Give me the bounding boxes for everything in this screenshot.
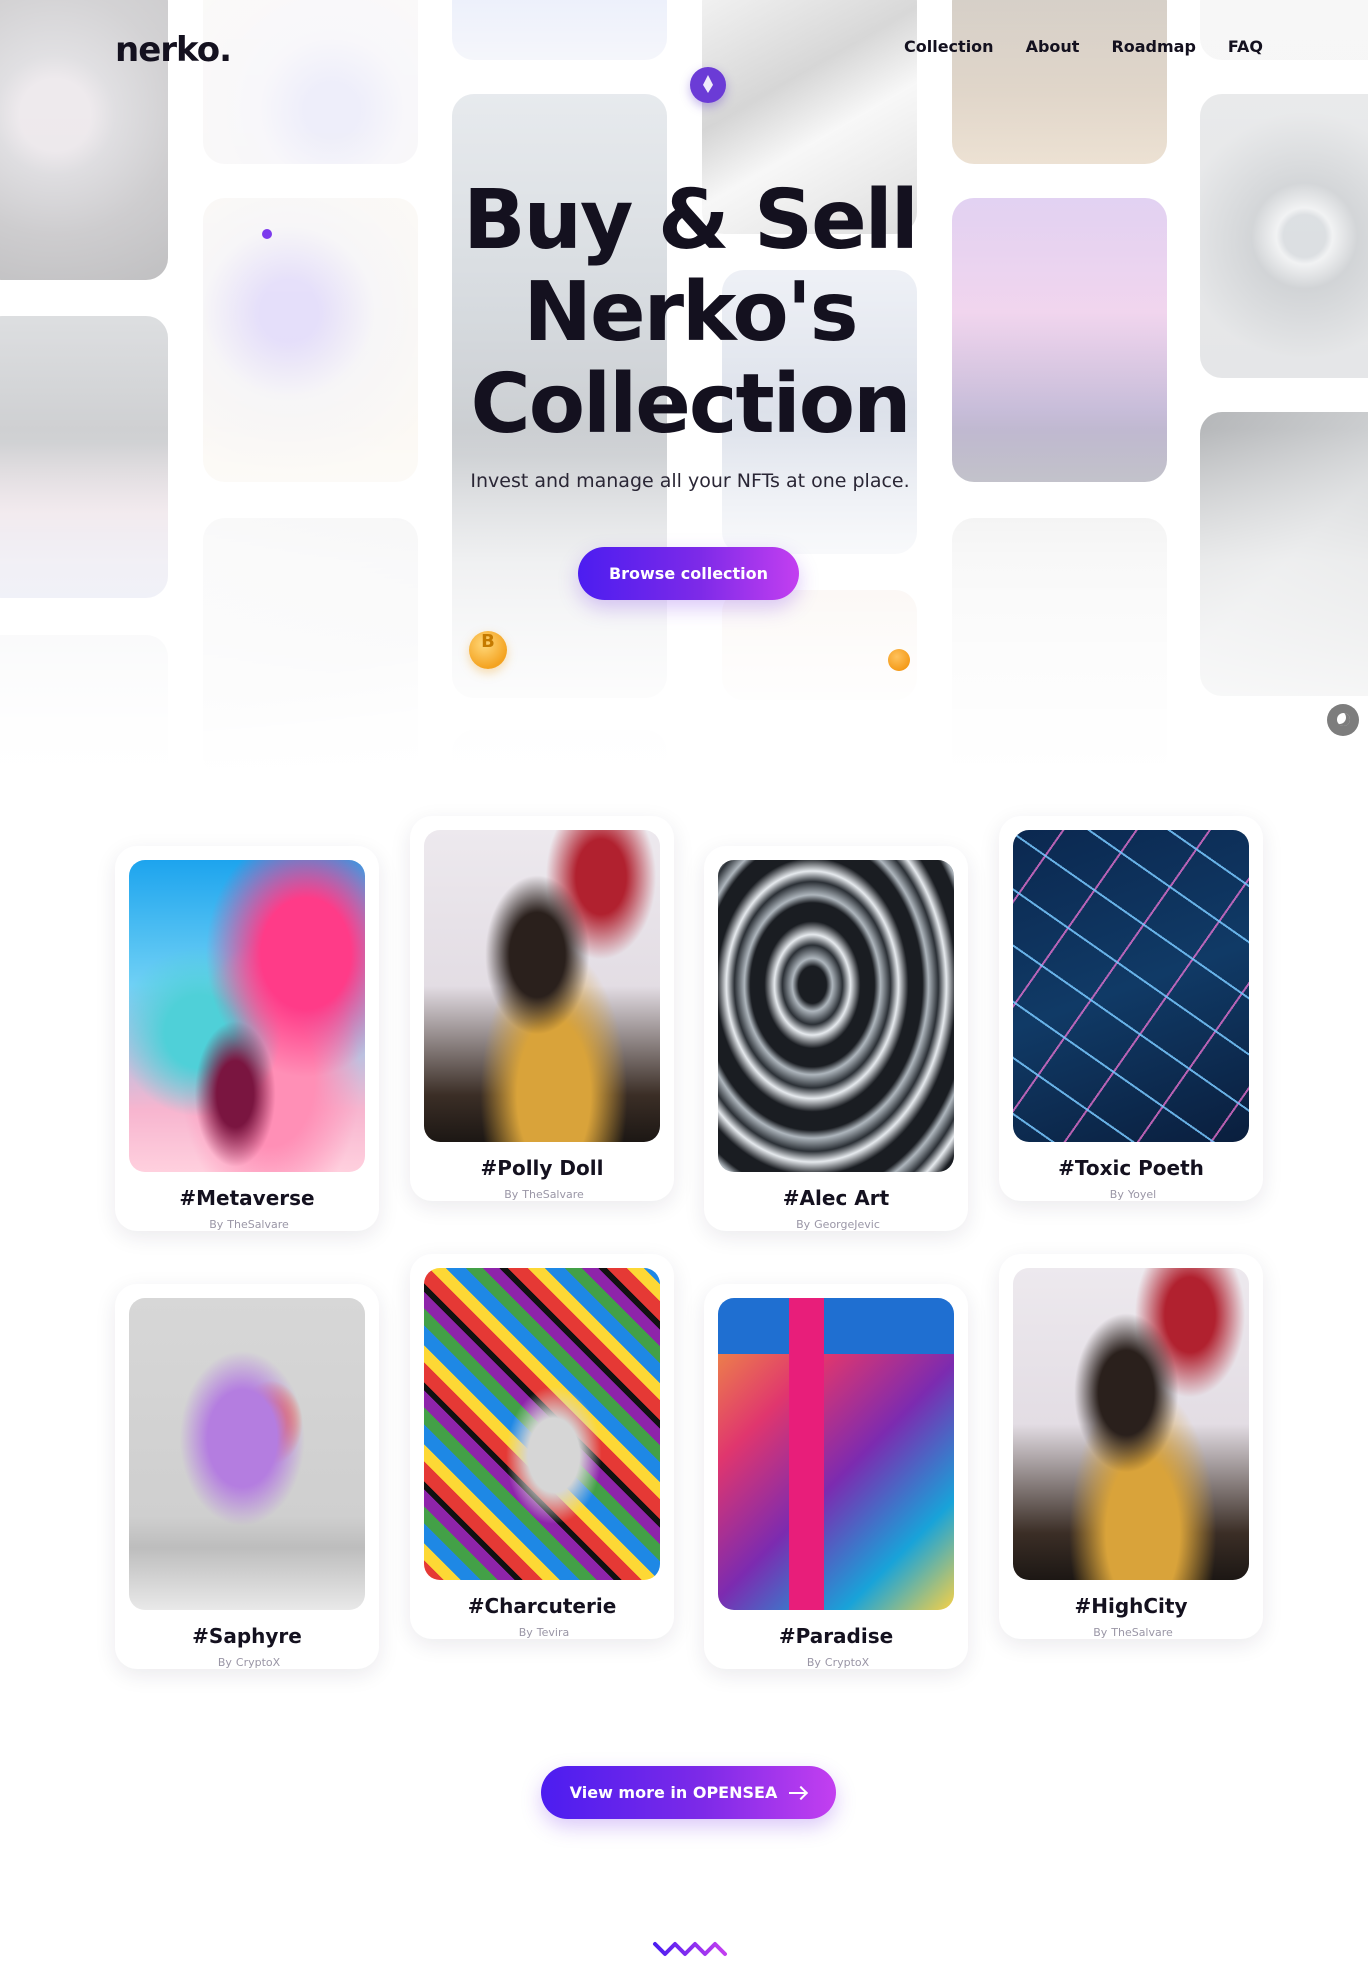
author-name: CryptoX (235, 1656, 281, 1669)
purple-dot-icon (262, 229, 272, 239)
opensea-button-label: View more in OPENSEA (569, 1783, 778, 1802)
nav-item-collection[interactable]: Collection (904, 37, 994, 56)
nft-card-charcuterie[interactable]: #Charcuterie By Tevira (410, 1254, 674, 1639)
nav-item-faq[interactable]: FAQ (1228, 37, 1263, 56)
nft-title: #Metaverse (179, 1186, 315, 1210)
nft-card-metaverse[interactable]: #Metaverse By TheSalvare (115, 846, 379, 1231)
nav-item-about[interactable]: About (1026, 37, 1080, 56)
logo[interactable]: nerko. (115, 30, 232, 70)
author-name: CryptoX (824, 1656, 870, 1669)
nft-image[interactable] (1013, 830, 1249, 1142)
arrow-right-icon (789, 1786, 807, 1800)
by-label: By (217, 1656, 232, 1669)
nft-author: By TheSalvare (1013, 1626, 1249, 1639)
nft-image[interactable] (718, 860, 954, 1172)
nft-title: #HighCity (1074, 1594, 1188, 1618)
nft-image[interactable] (129, 1298, 365, 1610)
gold-coin-icon (888, 649, 910, 671)
nft-card-highcity[interactable]: #HighCity By TheSalvare (999, 1254, 1263, 1639)
main-nav: Collection About Roadmap FAQ (904, 37, 1263, 56)
view-more-opensea-button[interactable]: View more in OPENSEA (541, 1766, 836, 1819)
nft-image[interactable] (718, 1298, 954, 1610)
nft-title: #Paradise (778, 1624, 894, 1648)
nft-title: #Charcuterie (467, 1594, 617, 1618)
nft-card-alec-art[interactable]: #Alec Art By GeorgeJevic (704, 846, 968, 1231)
nav-item-roadmap[interactable]: Roadmap (1111, 37, 1195, 56)
author-name: Yoyel (1127, 1188, 1157, 1201)
bitcoin-coin-icon (469, 631, 507, 669)
nft-image[interactable] (129, 860, 365, 1172)
by-label: By (796, 1218, 811, 1231)
author-name: GeorgeJevic (814, 1218, 880, 1231)
nft-image[interactable] (1013, 1268, 1249, 1580)
nft-author: By TheSalvare (424, 1188, 660, 1201)
nft-title: #Saphyre (192, 1624, 302, 1648)
author-name: TheSalvare (522, 1188, 584, 1201)
nft-card-polly-doll[interactable]: #Polly Doll By TheSalvare (410, 816, 674, 1201)
by-label: By (518, 1626, 533, 1639)
nft-image[interactable] (424, 830, 660, 1142)
author-name: TheSalvare (227, 1218, 289, 1231)
by-label: By (504, 1188, 519, 1201)
hero-title: Buy & Sell Nerko's Collection (463, 173, 919, 452)
squiggle-divider-icon (653, 1942, 727, 1956)
browse-collection-button[interactable]: Browse collection (578, 547, 799, 600)
nft-author: By CryptoX (718, 1656, 954, 1669)
nft-card-toxic-poeth[interactable]: #Toxic Poeth By Yoyel (999, 816, 1263, 1201)
nft-card-paradise[interactable]: #Paradise By CryptoX (704, 1284, 968, 1669)
nft-title: #Polly Doll (480, 1156, 604, 1180)
nft-title: #Toxic Poeth (1058, 1156, 1204, 1180)
nft-author: By GeorgeJevic (718, 1218, 954, 1231)
hero-subtitle: Invest and manage all your NFTs at one p… (470, 470, 910, 492)
dark-mode-toggle[interactable] (1327, 704, 1359, 736)
author-name: Tevira (536, 1626, 570, 1639)
ethereum-coin-icon (690, 67, 726, 103)
nft-author: By CryptoX (129, 1656, 365, 1669)
by-label: By (1109, 1188, 1124, 1201)
author-name: TheSalvare (1111, 1626, 1173, 1639)
nft-author: By Yoyel (1013, 1188, 1249, 1201)
nft-author: By Tevira (424, 1626, 660, 1639)
by-label: By (209, 1218, 224, 1231)
nft-title: #Alec Art (782, 1186, 890, 1210)
nft-image[interactable] (424, 1268, 660, 1580)
by-label: By (806, 1656, 821, 1669)
nft-card-saphyre[interactable]: #Saphyre By CryptoX (115, 1284, 379, 1669)
by-label: By (1093, 1626, 1108, 1639)
nft-author: By TheSalvare (129, 1218, 365, 1231)
